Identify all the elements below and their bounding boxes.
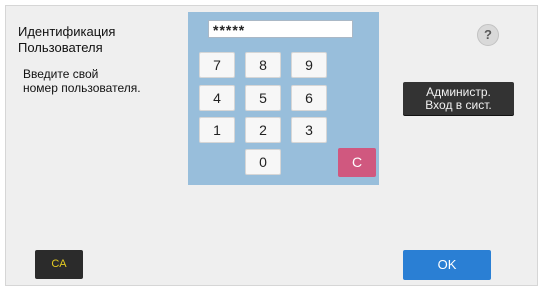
admin-login-button[interactable]: Администр. Вход в сист. — [403, 82, 514, 115]
key-0[interactable]: 0 — [245, 149, 281, 175]
ca-button[interactable]: CA — [35, 250, 83, 279]
key-2[interactable]: 2 — [245, 117, 281, 143]
key-7[interactable]: 7 — [199, 52, 235, 78]
key-3[interactable]: 3 — [291, 117, 327, 143]
user-number-input[interactable]: ***** — [208, 20, 353, 38]
help-icon[interactable]: ? — [477, 24, 499, 46]
key-4[interactable]: 4 — [199, 85, 235, 111]
key-9[interactable]: 9 — [291, 52, 327, 78]
key-8[interactable]: 8 — [245, 52, 281, 78]
ok-button[interactable]: OK — [403, 250, 491, 280]
clear-button[interactable]: C — [338, 148, 376, 177]
instruction-text: Введите свой номер пользователя. — [23, 67, 141, 95]
key-5[interactable]: 5 — [245, 85, 281, 111]
page-title: Идентификация Пользователя — [18, 24, 116, 55]
key-6[interactable]: 6 — [291, 85, 327, 111]
key-1[interactable]: 1 — [199, 117, 235, 143]
